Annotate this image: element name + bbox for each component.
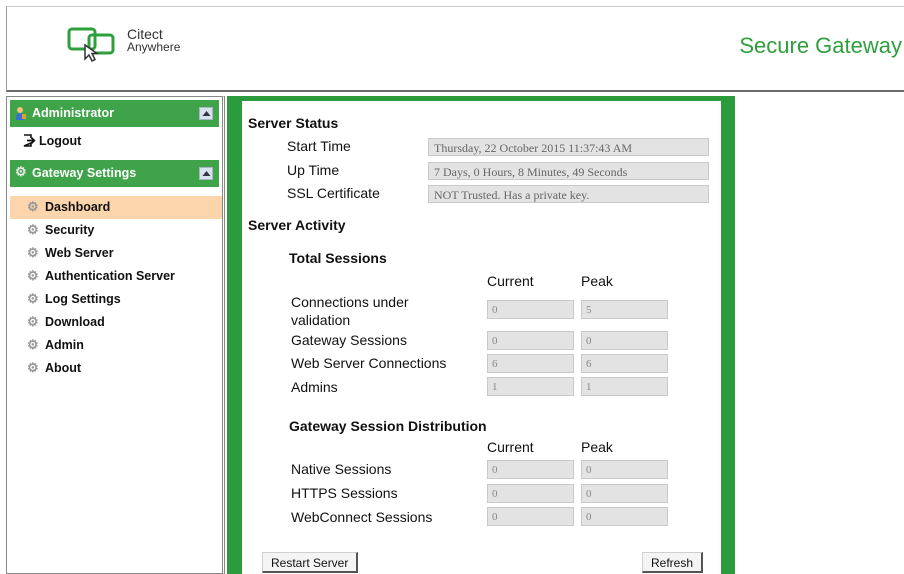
web-server-connections-peak: 6 bbox=[581, 354, 668, 373]
web-server-connections-label: Web Server Connections bbox=[291, 355, 447, 371]
sidebar-item-label: Dashboard bbox=[45, 200, 111, 214]
dashboard-content: Server Status Start Time Thursday, 22 Oc… bbox=[242, 101, 721, 574]
gateway-sessions-current: 0 bbox=[487, 331, 574, 350]
admins-peak: 1 bbox=[581, 377, 668, 396]
ssl-certificate-label: SSL Certificate bbox=[287, 185, 380, 201]
native-sessions-current: 0 bbox=[487, 460, 574, 479]
settings-nav: ⚙ Dashboard ⚙ Security ⚙ Web Server ⚙ Au… bbox=[10, 196, 222, 380]
sidebar-item-label: Admin bbox=[45, 338, 84, 352]
gateway-session-distribution-title: Gateway Session Distribution bbox=[289, 418, 487, 434]
connections-under-validation-peak: 5 bbox=[581, 300, 668, 319]
server-activity-title: Server Activity bbox=[248, 217, 346, 233]
webconnect-sessions-peak: 0 bbox=[581, 507, 668, 526]
refresh-button[interactable]: Refresh bbox=[642, 552, 704, 573]
gear-icon: ⚙ bbox=[15, 164, 27, 179]
total-sessions-title: Total Sessions bbox=[289, 250, 387, 266]
logo-icon bbox=[67, 27, 115, 63]
start-time-label: Start Time bbox=[287, 138, 351, 154]
sidebar-item-label: About bbox=[45, 361, 82, 375]
webconnect-sessions-current: 0 bbox=[487, 507, 574, 526]
admin-user-icon bbox=[16, 107, 26, 120]
total-peak-header: Peak bbox=[581, 273, 613, 289]
connections-under-validation-current: 0 bbox=[487, 300, 574, 319]
https-sessions-current: 0 bbox=[487, 484, 574, 503]
connections-under-validation-label: Connections under validation bbox=[291, 293, 409, 329]
sidebar-item-log-settings[interactable]: ⚙ Log Settings bbox=[10, 288, 222, 311]
gear-icon: ⚙ bbox=[27, 314, 39, 329]
logout-icon bbox=[23, 134, 36, 147]
distribution-peak-header: Peak bbox=[581, 439, 613, 455]
gear-icon: ⚙ bbox=[27, 360, 39, 375]
administrator-panel-header[interactable]: Administrator bbox=[10, 100, 219, 127]
up-time-label: Up Time bbox=[287, 162, 340, 178]
sidebar-item-security[interactable]: ⚙ Security bbox=[10, 219, 222, 242]
logo-text: Citect Anywhere bbox=[127, 27, 181, 54]
label-line: validation bbox=[291, 312, 351, 328]
distribution-current-header: Current bbox=[487, 439, 534, 455]
gear-icon: ⚙ bbox=[27, 268, 39, 283]
https-sessions-peak: 0 bbox=[581, 484, 668, 503]
gateway-sessions-label: Gateway Sessions bbox=[291, 332, 407, 348]
gear-icon: ⚙ bbox=[27, 337, 39, 352]
sidebar-item-dashboard[interactable]: ⚙ Dashboard bbox=[10, 196, 222, 219]
sidebar-item-label: Web Server bbox=[45, 246, 114, 260]
gear-icon: ⚙ bbox=[27, 245, 39, 260]
gateway-settings-panel-header[interactable]: ⚙ Gateway Settings bbox=[10, 160, 219, 187]
sidebar-item-admin[interactable]: ⚙ Admin bbox=[10, 334, 222, 357]
sidebar-item-web-server[interactable]: ⚙ Web Server bbox=[10, 242, 222, 265]
logo-line-2: Anywhere bbox=[127, 40, 181, 54]
collapse-icon[interactable] bbox=[199, 167, 213, 180]
gear-icon: ⚙ bbox=[27, 291, 39, 306]
admins-current: 1 bbox=[487, 377, 574, 396]
product-title: Secure Gateway bbox=[739, 33, 902, 58]
sidebar-item-label: Security bbox=[45, 223, 95, 237]
native-sessions-label: Native Sessions bbox=[291, 461, 392, 477]
logout-label: Logout bbox=[39, 134, 82, 148]
total-current-header: Current bbox=[487, 273, 534, 289]
administrator-panel-title: Administrator bbox=[32, 106, 114, 120]
app-header: Citect Anywhere Secure Gateway bbox=[6, 6, 904, 92]
web-server-connections-current: 6 bbox=[487, 354, 574, 373]
sidebar-item-label: Download bbox=[45, 315, 105, 329]
ssl-certificate-field: NOT Trusted. Has a private key. bbox=[428, 185, 709, 203]
sidebar: Administrator Logout ⚙ Gateway Settings … bbox=[6, 96, 225, 574]
native-sessions-peak: 0 bbox=[581, 460, 668, 479]
server-status-title: Server Status bbox=[248, 115, 339, 131]
dashboard-frame: Server Status Start Time Thursday, 22 Oc… bbox=[227, 96, 735, 574]
sidebar-item-authentication-server[interactable]: ⚙ Authentication Server bbox=[10, 265, 222, 288]
admins-label: Admins bbox=[291, 379, 338, 395]
sidebar-item-download[interactable]: ⚙ Download bbox=[10, 311, 222, 334]
start-time-field: Thursday, 22 October 2015 11:37:43 AM bbox=[428, 138, 709, 156]
restart-server-button[interactable]: Restart Server bbox=[262, 552, 359, 573]
https-sessions-label: HTTPS Sessions bbox=[291, 485, 398, 501]
webconnect-sessions-label: WebConnect Sessions bbox=[291, 509, 433, 525]
gateway-settings-panel-title: Gateway Settings bbox=[32, 166, 137, 180]
sidebar-item-label: Log Settings bbox=[45, 292, 121, 306]
gear-icon: ⚙ bbox=[27, 222, 39, 237]
sidebar-item-about[interactable]: ⚙ About bbox=[10, 357, 222, 380]
sidebar-item-label: Authentication Server bbox=[45, 269, 175, 283]
gateway-sessions-peak: 0 bbox=[581, 331, 668, 350]
collapse-icon[interactable] bbox=[199, 107, 213, 120]
up-time-field: 7 Days, 0 Hours, 8 Minutes, 49 Seconds bbox=[428, 162, 709, 180]
label-line: Connections under bbox=[291, 294, 409, 310]
citect-anywhere-logo: Citect Anywhere bbox=[59, 25, 209, 69]
gear-icon: ⚙ bbox=[27, 199, 39, 214]
